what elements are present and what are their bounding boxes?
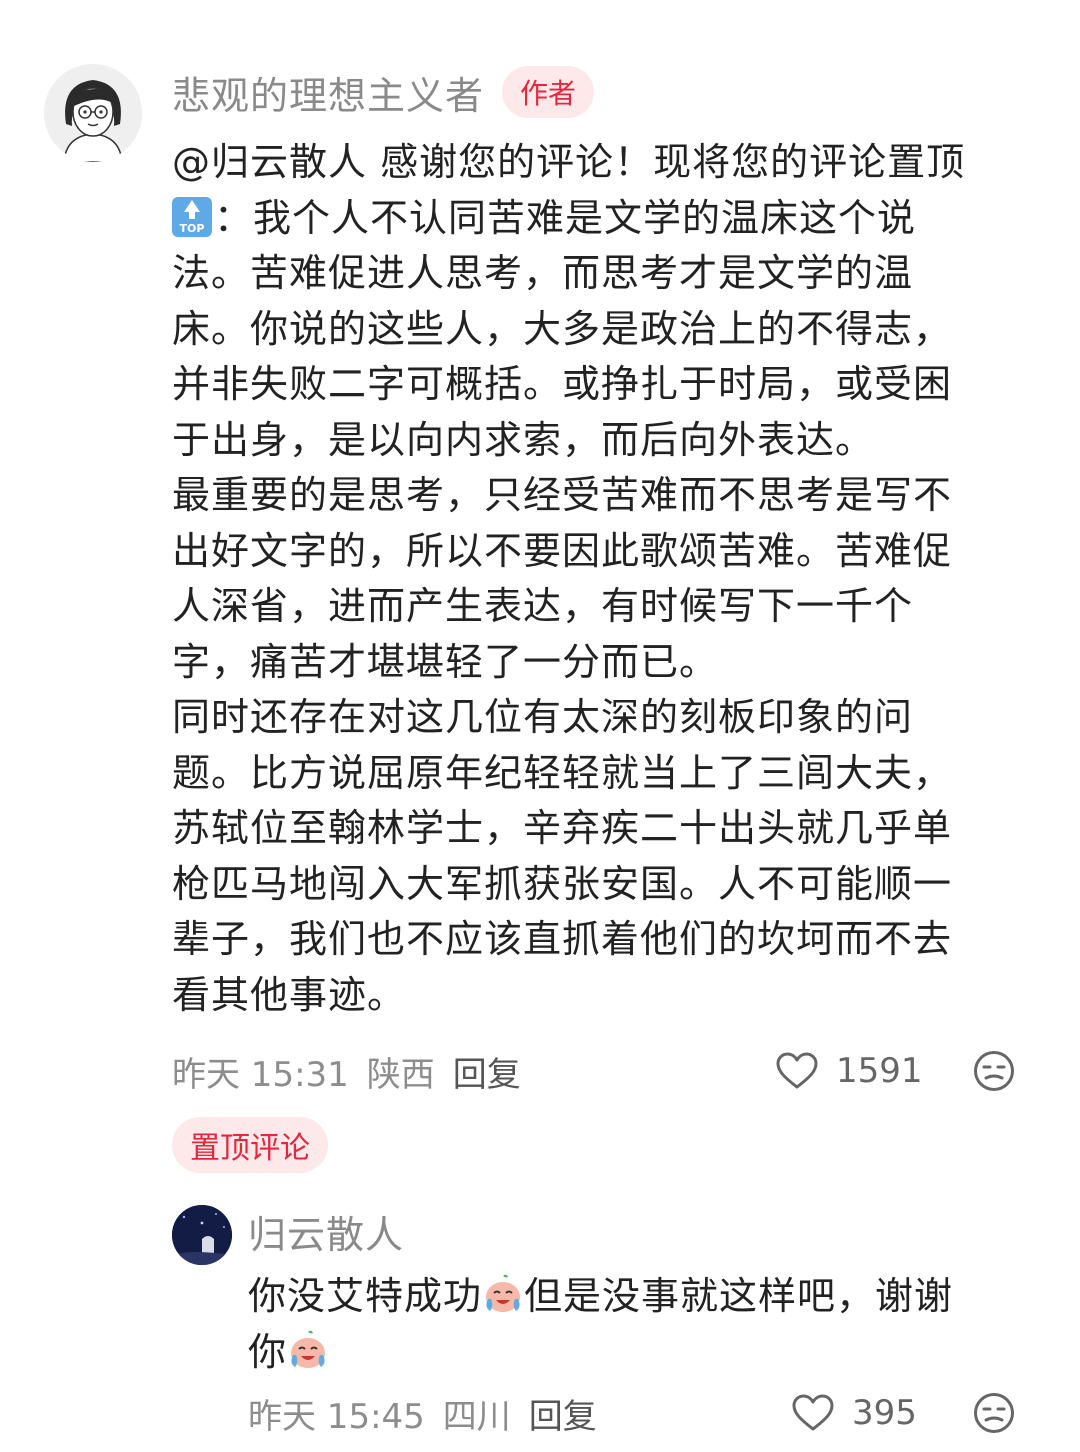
pinned-comment-badge: 置顶评论	[172, 1117, 328, 1173]
reply-comment-text: 你没艾特成功 但是没事就这样吧，谢谢 你	[248, 1268, 1028, 1380]
reply-text-part: 但是没事就这样吧，谢谢	[524, 1274, 954, 1318]
comment-line: 你	[248, 1324, 1028, 1380]
comment-line: 出好文字的，所以不要因此歌颂苦难。苦难促	[172, 528, 953, 573]
main-comment-meta: 昨天 15:31 陕西 回复	[172, 1047, 521, 1096]
reply-author-avatar[interactable]	[172, 1205, 232, 1265]
crying-face-icon	[482, 1273, 524, 1315]
comment-line: 苏轼位至翰林学士，辛弃疾二十出头就几乎单	[172, 806, 953, 850]
girl-with-glasses-avatar-icon	[44, 64, 142, 162]
like-count: 1591	[836, 1051, 923, 1091]
comment-time: 昨天 15:45	[248, 1396, 425, 1437]
comment-line: 同时还存在对这几位有太深的刻板印象的问	[172, 695, 914, 739]
comment-line: 人深省，进而产生表达，有时候写下一千个	[172, 584, 914, 628]
reply-text-part: 你	[248, 1330, 288, 1374]
author-name[interactable]: 悲观的理想主义者	[172, 65, 484, 120]
comment-line: 你没艾特成功 但是没事就这样吧，谢谢	[248, 1268, 1028, 1324]
like-button[interactable]: 395	[792, 1390, 917, 1436]
comment-line: 字，痛苦才堪堪轻了一分而已。	[172, 639, 719, 684]
heart-icon	[792, 1394, 834, 1431]
like-button[interactable]: 1591	[776, 1048, 923, 1094]
comment-location: 四川	[442, 1396, 511, 1437]
comment-line: 床。你说的这些人，大多是政治上的不得志，	[172, 306, 953, 351]
reply-text-part: 你没艾特成功	[248, 1274, 483, 1318]
comment-line: TOP ：我个人不认同苦难是文学的温床这个说	[172, 191, 1020, 247]
top-arrow-icon: TOP	[172, 196, 212, 237]
reply-author-name[interactable]: 归云散人	[248, 1204, 404, 1259]
comment-line: 并非失败二字可概括。或挣扎于时局，或受困	[172, 362, 953, 406]
author-badge: 作者	[502, 66, 595, 118]
comment-location: 陕西	[366, 1054, 435, 1095]
reply-button[interactable]: 回复	[529, 1389, 597, 1438]
comment-line: 枪匹马地闯入大军抓获张安国。人不可能顺一	[172, 861, 953, 906]
comment-line: 法。苦难促进人思考，而思考才是文学的温	[172, 251, 914, 295]
comment-line: @归云散人 感谢您的评论！现将您的评论置顶	[172, 140, 966, 184]
main-comment-text: @归云散人 感谢您的评论！现将您的评论置顶 TOP ：我个人不认同苦难是文学的温床…	[172, 135, 1020, 1023]
reply-comment-meta: 昨天 15:45 四川 回复	[248, 1389, 597, 1438]
comment-line: 看其他事迹。	[172, 972, 407, 1017]
comment-line: 辈子，我们也不应该直抓着他们的坎坷而不去	[172, 917, 953, 961]
night-scene-avatar-icon	[172, 1205, 232, 1265]
reply-button[interactable]: 回复	[453, 1047, 521, 1096]
dislike-face-icon[interactable]	[973, 1392, 1015, 1434]
comment-line: 最重要的是思考，只经受苦难而不思考是写不	[172, 473, 953, 517]
main-comment-header: 悲观的理想主义者 作者	[172, 65, 595, 120]
comment-line: 题。比方说屈原年纪轻轻就当上了三闾大夫，	[172, 750, 953, 795]
crying-face-icon	[287, 1329, 329, 1371]
dislike-face-icon[interactable]	[973, 1050, 1015, 1092]
comment-time: 昨天 15:31	[172, 1054, 349, 1095]
author-avatar[interactable]	[44, 64, 142, 162]
heart-icon	[776, 1052, 818, 1089]
comment-line: 于出身，是以向内求索，而后向外表达。	[172, 417, 875, 462]
like-count: 395	[852, 1393, 917, 1433]
comment-line-text: ：我个人不认同苦难是文学的温床这个说	[214, 195, 917, 240]
